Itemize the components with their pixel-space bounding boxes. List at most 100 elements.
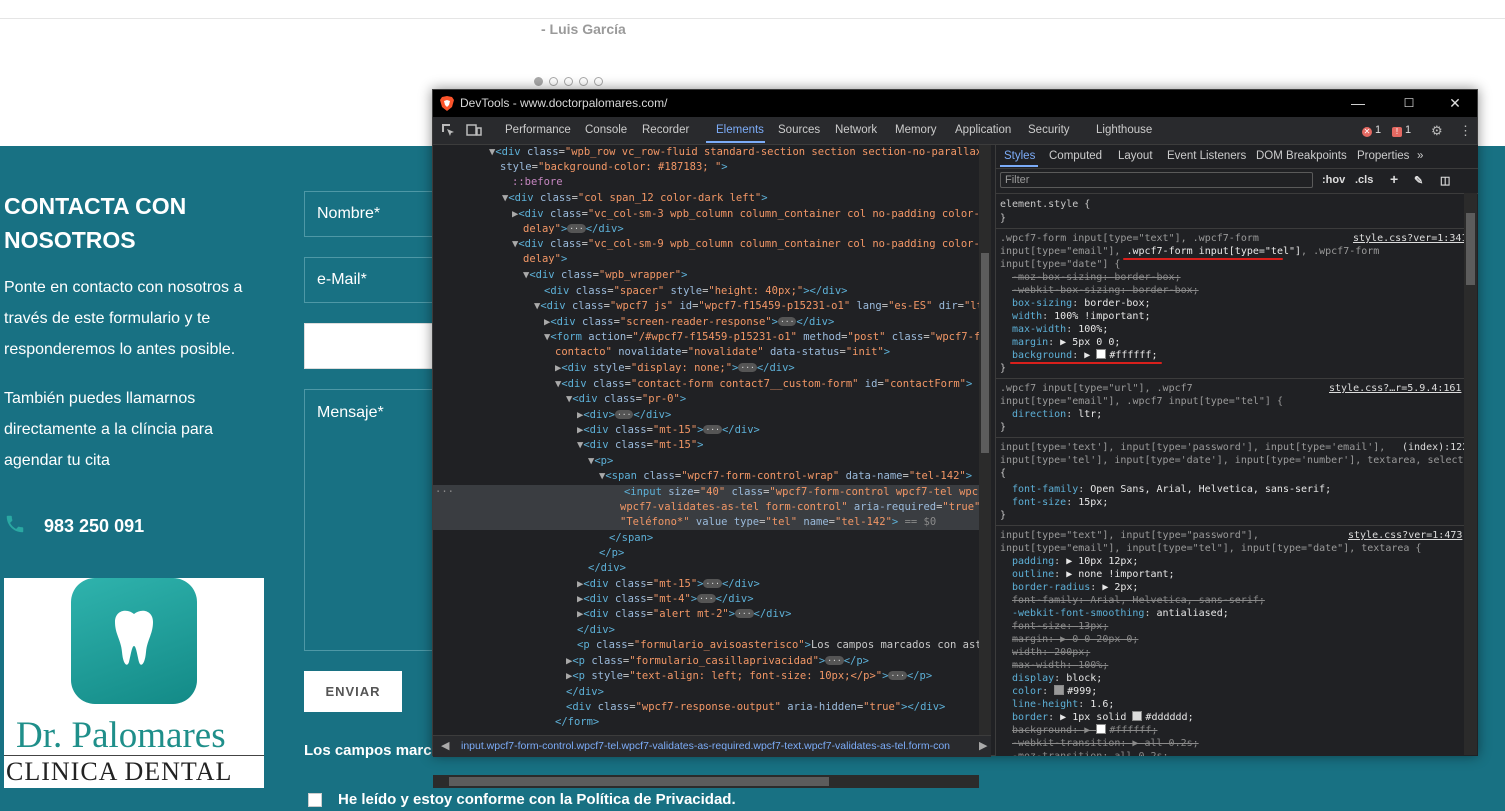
carousel-dot[interactable] (534, 77, 543, 86)
tab-computed[interactable]: Computed (1049, 150, 1102, 162)
rule-source-link[interactable]: (index):122 (1402, 441, 1468, 454)
dom-node[interactable]: <div class="spacer" style="height: 40px;… (433, 284, 848, 299)
dom-node[interactable]: ▶<div class="mt-15"> ··· </div> (433, 577, 760, 592)
dom-node[interactable]: ▶<div> ··· </div> (433, 408, 671, 423)
email-field[interactable]: e-Mail* (304, 257, 444, 303)
dom-node-selected[interactable]: wpcf7-validates-as-tel form-control" ari… (433, 500, 979, 515)
close-icon[interactable]: ✕ (1444, 93, 1466, 113)
dom-node[interactable]: ▼<p> (433, 454, 613, 469)
maximize-icon[interactable]: ☐ (1398, 93, 1420, 113)
dom-node[interactable]: ▼<div class="contact-form contact7__cust… (433, 377, 972, 392)
privacy-checkbox[interactable] (308, 792, 322, 807)
add-rule-icon[interactable]: + (1390, 171, 1398, 187)
window-titlebar[interactable]: DevTools - www.doctorpalomares.com/ — ☐ … (433, 90, 1477, 117)
css-declaration[interactable]: margin: ▶ 5px 0 0; (1012, 336, 1120, 349)
breadcrumb[interactable]: input.wpcf7-form-control.wpcf7-tel.wpcf7… (461, 740, 973, 752)
tab-lighthouse[interactable]: Lighthouse (1096, 124, 1152, 136)
css-declaration[interactable]: -webkit-font-smoothing: antialiased; (1012, 607, 1229, 620)
css-declaration[interactable]: font-size: 15px; (1012, 496, 1108, 509)
rule-source-link[interactable]: style.css?ver=1:473 (1348, 529, 1462, 542)
dom-node[interactable]: ▶<div class="vc_col-sm-3 wpb_column colu… (433, 207, 979, 222)
css-declaration[interactable]: width: 200px; (1012, 646, 1090, 659)
rule-source-link[interactable]: style.css?…r=5.9.4:161 (1329, 382, 1461, 395)
hov-button[interactable]: :hov (1322, 174, 1345, 186)
nombre-field[interactable]: Nombre* (304, 191, 444, 237)
dom-node[interactable]: <div class="wpcf7-response-output" aria-… (433, 700, 945, 715)
css-declaration[interactable]: -webkit-transition: ▶ all 0.2s; (1012, 737, 1199, 750)
dom-node[interactable]: ▼<div class="wpb_row vc_row-fluid standa… (433, 145, 979, 160)
inspect-element-icon[interactable] (441, 123, 455, 140)
tab-properties[interactable]: Properties (1357, 150, 1409, 162)
css-declaration[interactable]: padding: ▶ 10px 12px; (1012, 555, 1138, 568)
css-declaration[interactable]: background: ▶ #ffffff; (1012, 349, 1158, 362)
tab-styles[interactable]: Styles (1004, 150, 1035, 162)
tab-dom-breakpoints[interactable]: DOM Breakpoints (1256, 150, 1347, 162)
dom-node[interactable]: ▶<div class="alert mt-2"> ··· </div> (433, 607, 791, 622)
carousel-dot[interactable] (549, 77, 558, 86)
element-style-selector[interactable]: element.style { (1000, 198, 1090, 211)
cls-button[interactable]: .cls (1355, 174, 1373, 186)
dom-node[interactable]: delay"> ··· </div> (433, 222, 624, 237)
dom-node[interactable]: </div> (433, 685, 604, 700)
dom-node[interactable]: </form> (433, 715, 599, 730)
tab-recorder[interactable]: Recorder (642, 124, 689, 136)
css-declaration[interactable]: border: ▶ 1px solid #dddddd; (1012, 711, 1194, 724)
tab-application[interactable]: Application (955, 124, 1011, 136)
filter-input[interactable]: Filter (1000, 172, 1313, 188)
carousel-dot[interactable] (579, 77, 588, 86)
dom-node[interactable]: ::before (433, 175, 563, 190)
css-declaration[interactable]: font-size: 13px; (1012, 620, 1108, 633)
dom-node[interactable]: contacto" novalidate="novalidate" data-s… (433, 345, 890, 360)
dom-node[interactable]: ▶<p class="formulario_casillaprivacidad"… (433, 654, 869, 669)
css-declaration[interactable]: color: #999; (1012, 685, 1097, 698)
tab-elements[interactable]: Elements (716, 124, 764, 136)
mensaje-field[interactable]: Mensaje* (304, 389, 444, 651)
css-declaration[interactable]: -moz-box-sizing: border-box; (1012, 271, 1181, 284)
paint-brush-icon[interactable]: ✎ (1414, 174, 1423, 187)
css-declaration[interactable]: max-width: 100%; (1012, 323, 1108, 336)
minimize-icon[interactable]: — (1347, 93, 1369, 113)
dom-node[interactable]: style="background-color: #187183; "> (433, 160, 728, 175)
dom-node[interactable]: ▼<div class="vc_col-sm-9 wpb_column colu… (433, 237, 979, 252)
settings-gear-icon[interactable]: ⚙ (1431, 123, 1443, 139)
tab-memory[interactable]: Memory (895, 124, 937, 136)
scrollbar-thumb[interactable] (981, 253, 989, 453)
dom-node[interactable]: ▼<div class="wpcf7 js" id="wpcf7-f15459-… (433, 299, 979, 314)
dom-node[interactable]: ▼<span class="wpcf7-form-control-wrap" d… (433, 469, 972, 484)
toggle-sidebar-icon[interactable]: ◫ (1440, 174, 1450, 187)
tab-event-listeners[interactable]: Event Listeners (1167, 150, 1246, 162)
css-declaration[interactable]: font-family: Arial, Helvetica, sans-seri… (1012, 594, 1265, 607)
css-declaration[interactable]: max-width: 100%; (1012, 659, 1108, 672)
dom-node[interactable]: ▶<div class="screen-reader-response"> ···… (433, 315, 834, 330)
tab-console[interactable]: Console (585, 124, 627, 136)
dom-node-selected[interactable]: "Teléfono*" value type="tel" name="tel-1… (433, 515, 979, 530)
css-declaration[interactable]: -webkit-box-sizing: border-box; (1012, 284, 1199, 297)
carousel-dot[interactable] (594, 77, 603, 86)
css-declaration[interactable]: -moz-transition: all 0.2s; (1012, 750, 1169, 756)
dom-node[interactable]: ▼<form action="/#wpcf7-f15459-p15231-o1"… (433, 330, 979, 345)
issues-badge[interactable]: ! 1 (1392, 124, 1411, 137)
dom-node[interactable]: ▼<div class="col span_12 color-dark left… (433, 191, 768, 206)
color-swatch[interactable] (1096, 724, 1107, 734)
css-declaration[interactable]: width: 100% !important; (1012, 310, 1150, 323)
tab-network[interactable]: Network (835, 124, 877, 136)
more-options-icon[interactable]: ⋮ (1459, 123, 1472, 139)
dom-node[interactable]: ▼<div class="pr-0"> (433, 392, 686, 407)
device-toolbar-icon[interactable] (466, 123, 482, 140)
dom-node[interactable]: </p> (433, 546, 624, 561)
chevron-left-icon[interactable]: ◀ (441, 739, 449, 752)
chevron-right-icon[interactable]: ▶ (979, 739, 987, 752)
styles-scrollbar[interactable] (1464, 193, 1477, 755)
elements-dom-tree[interactable]: ▼<div class="wpb_row vc_row-fluid standa… (433, 145, 979, 735)
more-tabs-icon[interactable]: » (1417, 150, 1423, 162)
tab-layout[interactable]: Layout (1118, 150, 1153, 162)
dom-node[interactable]: ▶<p style="text-align: left; font-size: … (433, 669, 932, 684)
dom-node[interactable]: </div> (433, 623, 615, 638)
color-swatch[interactable] (1054, 685, 1065, 695)
scrollbar-thumb[interactable] (449, 777, 829, 786)
dom-node[interactable]: ▶<div class="mt-15"> ··· </div> (433, 423, 760, 438)
rule-source-link[interactable]: style.css?ver=1:3411 (1353, 232, 1473, 245)
css-declaration[interactable]: font-family: Open Sans, Arial, Helvetica… (1012, 483, 1331, 496)
scrollbar-thumb[interactable] (1466, 213, 1475, 285)
dom-node[interactable]: </span> (433, 531, 653, 546)
